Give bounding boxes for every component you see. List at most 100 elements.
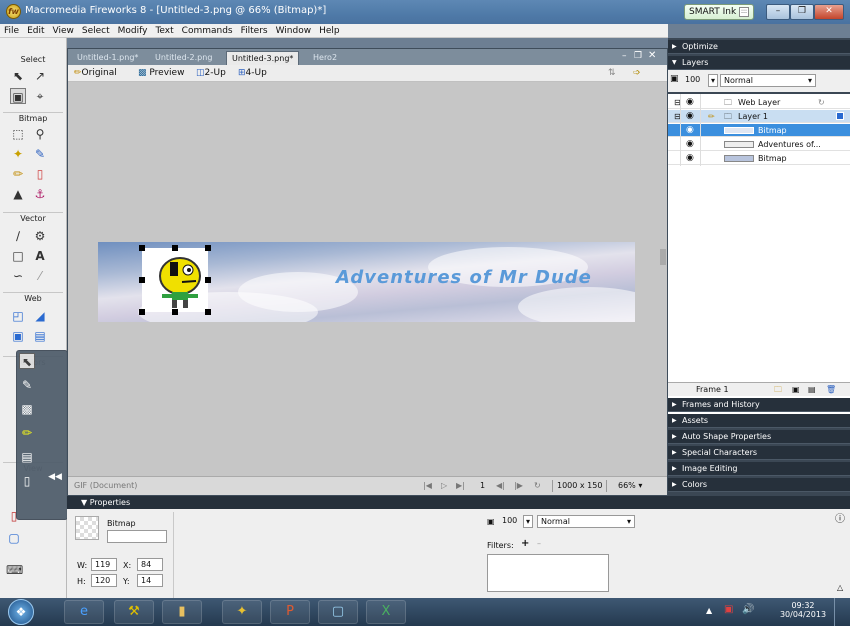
add-filter-icon[interactable]: +	[521, 538, 529, 549]
hide-slices-icon[interactable]: ▣	[10, 328, 26, 344]
properties-header[interactable]: ▼ Properties	[67, 496, 850, 509]
eraser-flyout-icon[interactable]: ▯	[19, 473, 35, 489]
loop-icon[interactable]: ↻	[534, 480, 541, 492]
panel-colors[interactable]: Colors	[668, 478, 850, 492]
minimize-button[interactable]: –	[766, 4, 790, 20]
text-tool-icon[interactable]: A	[32, 248, 48, 264]
quick-export-icon[interactable]: ➩	[633, 67, 641, 80]
menu-file[interactable]: File	[0, 24, 23, 38]
menu-help[interactable]: Help	[315, 24, 344, 38]
doc-minimize-icon[interactable]: –	[622, 51, 627, 61]
eraser-tool-icon[interactable]: ▯	[32, 166, 48, 182]
menu-select[interactable]: Select	[78, 24, 114, 38]
scale-tool-icon[interactable]: ▣	[10, 88, 26, 104]
visibility-eye-icon[interactable]: ◉	[686, 96, 694, 109]
smart-ink-button[interactable]: SMART Ink:::	[684, 4, 754, 20]
play-icon[interactable]: ▷	[441, 480, 447, 492]
help-icon[interactable]: ⓘ	[835, 514, 845, 525]
x-field[interactable]: 84	[137, 558, 163, 571]
layer-row-text-object[interactable]: ◉ Adventures of...	[668, 138, 850, 151]
crop-tool-icon[interactable]: ⌖	[32, 88, 48, 104]
panel-image-editing[interactable]: Image Editing	[668, 462, 850, 476]
object-name-field[interactable]	[107, 530, 167, 543]
height-field[interactable]: 120	[91, 574, 117, 587]
menu-commands[interactable]: Commands	[178, 24, 237, 38]
menu-filters[interactable]: Filters	[237, 24, 272, 38]
magic-wand-tool-icon[interactable]: ✦	[10, 146, 26, 162]
banner-title-text[interactable]: Adventures of Mr Dude	[336, 267, 592, 288]
visibility-eye-icon[interactable]: ◉	[686, 124, 694, 137]
tab-untitled-2[interactable]: Untitled-2.png	[150, 51, 217, 65]
menu-edit[interactable]: Edit	[23, 24, 48, 38]
taskbar-excel-icon[interactable]: X	[366, 600, 406, 624]
visibility-eye-icon[interactable]: ◉	[686, 110, 694, 123]
opacity-dropdown-icon[interactable]: ▾	[523, 515, 533, 528]
close-button[interactable]: ✕	[814, 4, 844, 20]
tab-untitled-1[interactable]: Untitled-1.png*	[72, 51, 143, 65]
show-slices-icon[interactable]: ▤	[32, 328, 48, 344]
layer-row-web-layer[interactable]: ⊟ ◉ 🗀 Web Layer ↻	[668, 96, 850, 109]
restore-button[interactable]: ❐	[790, 4, 814, 20]
line-tool-icon[interactable]: ∕	[10, 228, 26, 244]
taskbar-ie-icon[interactable]: e	[64, 600, 104, 624]
layers-blend-mode[interactable]: Normal ▾	[720, 74, 816, 87]
marquee-tool-icon[interactable]: ⬚	[10, 126, 26, 142]
tray-network-icon[interactable]: ▣	[724, 604, 733, 615]
properties-opacity[interactable]: 100	[499, 515, 523, 528]
slice-tool-icon[interactable]: ◢	[32, 308, 48, 324]
tray-volume-icon[interactable]: 🔊	[742, 604, 754, 615]
next-frame-icon[interactable]: |▶	[514, 480, 523, 492]
menu-view[interactable]: View	[49, 24, 78, 38]
zoom-dropdown[interactable]: 66% ▾	[618, 480, 642, 492]
layer-row-bitmap[interactable]: ◉ Bitmap	[668, 152, 850, 165]
tray-arrow-icon[interactable]: ▲	[706, 606, 712, 615]
rectangle-tool-icon[interactable]: □	[10, 248, 26, 264]
highlighter-flyout-icon[interactable]: ✏	[19, 425, 35, 441]
new-layer-icon[interactable]: ▣	[792, 383, 800, 396]
canvas-dimensions[interactable]: 1000 x 150	[552, 480, 608, 492]
layer-row-layer-1[interactable]: ⊟ ◉ ✏ 🗀 Layer 1	[668, 110, 850, 123]
filters-list[interactable]	[487, 554, 609, 592]
rubber-stamp-tool-icon[interactable]: ⚓	[32, 186, 48, 202]
color-flyout-icon[interactable]: ▩	[19, 401, 35, 417]
first-frame-icon[interactable]: |◀	[423, 480, 432, 492]
remove-filter-icon[interactable]: –	[537, 538, 541, 549]
menu-text[interactable]: Text	[151, 24, 177, 38]
layer-row-bitmap-selected[interactable]: ◉ Bitmap	[668, 124, 850, 137]
taskbar-notebook-icon[interactable]: ▢	[318, 600, 358, 624]
visibility-eye-icon[interactable]: ◉	[686, 138, 694, 151]
trash-icon[interactable]: 🗑	[826, 383, 836, 396]
taskbar-tools-icon[interactable]: ⚒	[114, 600, 154, 624]
taskbar-fireworks-icon[interactable]: ✦	[222, 600, 262, 624]
taskbar-powerpoint-icon[interactable]: P	[270, 600, 310, 624]
keyboard-icon[interactable]: ⌨	[6, 562, 23, 578]
floating-tool-flyout[interactable]: ⬉ ✎ ▩ ✏ ▤ ▯ ◀◀	[16, 350, 68, 520]
knife-tool-icon[interactable]: ⁄	[32, 268, 48, 284]
menu-modify[interactable]: Modify	[114, 24, 152, 38]
taskbar-explorer-icon[interactable]: ▮	[162, 600, 202, 624]
mr-dude-bitmap[interactable]	[139, 245, 211, 315]
panel-assets[interactable]: Assets	[668, 414, 850, 428]
duplicate-layer-icon[interactable]: ▤	[808, 383, 816, 396]
tab-hero2[interactable]: Hero2	[308, 51, 342, 65]
panel-auto-shape-properties[interactable]: Auto Shape Properties	[668, 430, 850, 444]
notes-icon[interactable]: ▢	[6, 530, 22, 546]
visibility-eye-icon[interactable]: ◉	[686, 152, 694, 165]
hotspot-tool-icon[interactable]: ◰	[10, 308, 26, 324]
layers-opacity[interactable]: 100	[682, 74, 708, 87]
lasso-tool-icon[interactable]: ⚲	[32, 126, 48, 142]
preview-settings-icon[interactable]: ⇅	[608, 67, 616, 80]
canvas-image[interactable]: Adventures of Mr Dude	[98, 242, 635, 322]
new-sublayer-icon[interactable]: 🗀	[774, 383, 782, 396]
subselect-tool-icon[interactable]: ↗	[32, 68, 48, 84]
panel-frames-history[interactable]: Frames and History	[668, 398, 850, 412]
panel-layers-header[interactable]: Layers	[668, 56, 850, 70]
pointer-flyout-icon[interactable]: ⬉	[19, 353, 35, 369]
opacity-dropdown-icon[interactable]: ▾	[708, 74, 718, 87]
view-2up-button[interactable]: ◫2-Up	[196, 67, 226, 80]
pointer-tool-icon[interactable]: ⬉	[10, 68, 26, 84]
view-preview-button[interactable]: ▩ Preview	[138, 67, 184, 80]
start-button[interactable]: ❖	[8, 599, 34, 625]
doc-restore-icon[interactable]: ❐	[634, 51, 642, 61]
y-field[interactable]: 14	[137, 574, 163, 587]
